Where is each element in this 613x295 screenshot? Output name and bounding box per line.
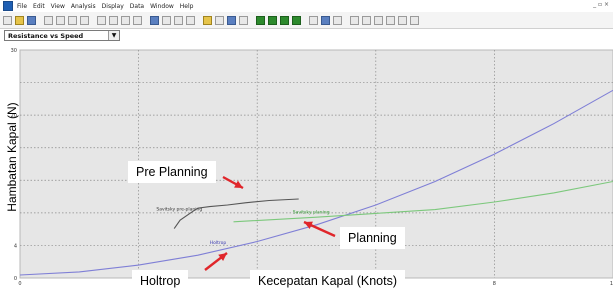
toolbar: [0, 12, 613, 29]
zoom-fit-icon[interactable]: [121, 15, 130, 25]
analysis-select-value: Resistance vs Speed: [8, 32, 84, 40]
chart-icon[interactable]: [227, 15, 236, 25]
menu-analysis[interactable]: Analysis: [71, 3, 96, 10]
series-inline-label: Savitsky planing: [293, 209, 330, 215]
green-box-2-icon[interactable]: [268, 15, 277, 25]
y-tick-label: 0: [14, 276, 17, 282]
pointer-icon[interactable]: [410, 15, 419, 25]
open-icon[interactable]: [15, 15, 24, 25]
app-icon: [3, 1, 13, 11]
paste-icon[interactable]: [68, 15, 77, 25]
grid-small-icon[interactable]: [309, 15, 318, 25]
callout-planning: Planning: [340, 227, 405, 249]
zoom-in-icon[interactable]: [97, 15, 106, 25]
new-icon[interactable]: [3, 15, 12, 25]
zoom-out-icon[interactable]: [109, 15, 118, 25]
graph-icon[interactable]: [150, 15, 159, 25]
table-icon[interactable]: [215, 15, 224, 25]
menu-file[interactable]: File: [17, 3, 27, 10]
line-graph-icon[interactable]: [174, 15, 183, 25]
green-box-3-icon[interactable]: [280, 15, 289, 25]
filter-icon[interactable]: [362, 15, 371, 25]
callout-holtrop: Holtrop: [132, 270, 189, 292]
print-icon[interactable]: [80, 15, 89, 25]
pan-icon[interactable]: [133, 15, 142, 25]
x-tick-label: 8: [493, 281, 496, 287]
area-graph-icon[interactable]: [186, 15, 195, 25]
nav-left-icon[interactable]: [374, 15, 383, 25]
save-icon[interactable]: [27, 15, 36, 25]
y-tick-label: 4: [14, 243, 17, 249]
analysis-select-row: Resistance vs Speed ▼: [0, 29, 613, 43]
x-axis-label: Kecepatan Kapal (Knots): [250, 270, 405, 292]
data-icon[interactable]: [239, 15, 248, 25]
bar-graph-icon[interactable]: [162, 15, 171, 25]
menu-display[interactable]: Display: [102, 3, 124, 10]
nav-right-icon[interactable]: [398, 15, 407, 25]
cut-icon[interactable]: [44, 15, 53, 25]
settings-icon[interactable]: [350, 15, 359, 25]
series-inline-label: Holtrop: [210, 240, 227, 246]
chevron-down-icon[interactable]: ▼: [108, 31, 119, 40]
menu-edit[interactable]: Edit: [33, 3, 45, 10]
x-tick-label: 0: [18, 281, 21, 287]
copy-icon[interactable]: [56, 15, 65, 25]
menu-view[interactable]: View: [51, 3, 65, 10]
green-box-1-icon[interactable]: [256, 15, 265, 25]
legend-icon[interactable]: [333, 15, 342, 25]
menu-bar: File Edit View Analysis Display Data Win…: [0, 0, 613, 12]
callout-pre-planning: Pre Planning: [128, 161, 216, 183]
y-axis-label: Hambatan Kapal (N): [5, 102, 19, 212]
resistance-speed-chart: 3020400810 HoltropSavitsky planingSavits…: [0, 44, 613, 295]
menu-help[interactable]: Help: [180, 3, 194, 10]
menu-window[interactable]: Window: [150, 3, 174, 10]
window-controls[interactable]: _ ▫ ×: [593, 1, 609, 8]
grid-icon[interactable]: [203, 15, 212, 25]
series-inline-label: Savitsky pre-planing: [156, 206, 202, 212]
y-tick-label: 30: [11, 48, 17, 54]
green-box-4-icon[interactable]: [292, 15, 301, 25]
nav-up-icon[interactable]: [386, 15, 395, 25]
report-icon[interactable]: [321, 15, 330, 25]
plot-area: [19, 49, 613, 279]
analysis-select[interactable]: Resistance vs Speed ▼: [4, 30, 120, 41]
menu-data[interactable]: Data: [130, 3, 144, 10]
